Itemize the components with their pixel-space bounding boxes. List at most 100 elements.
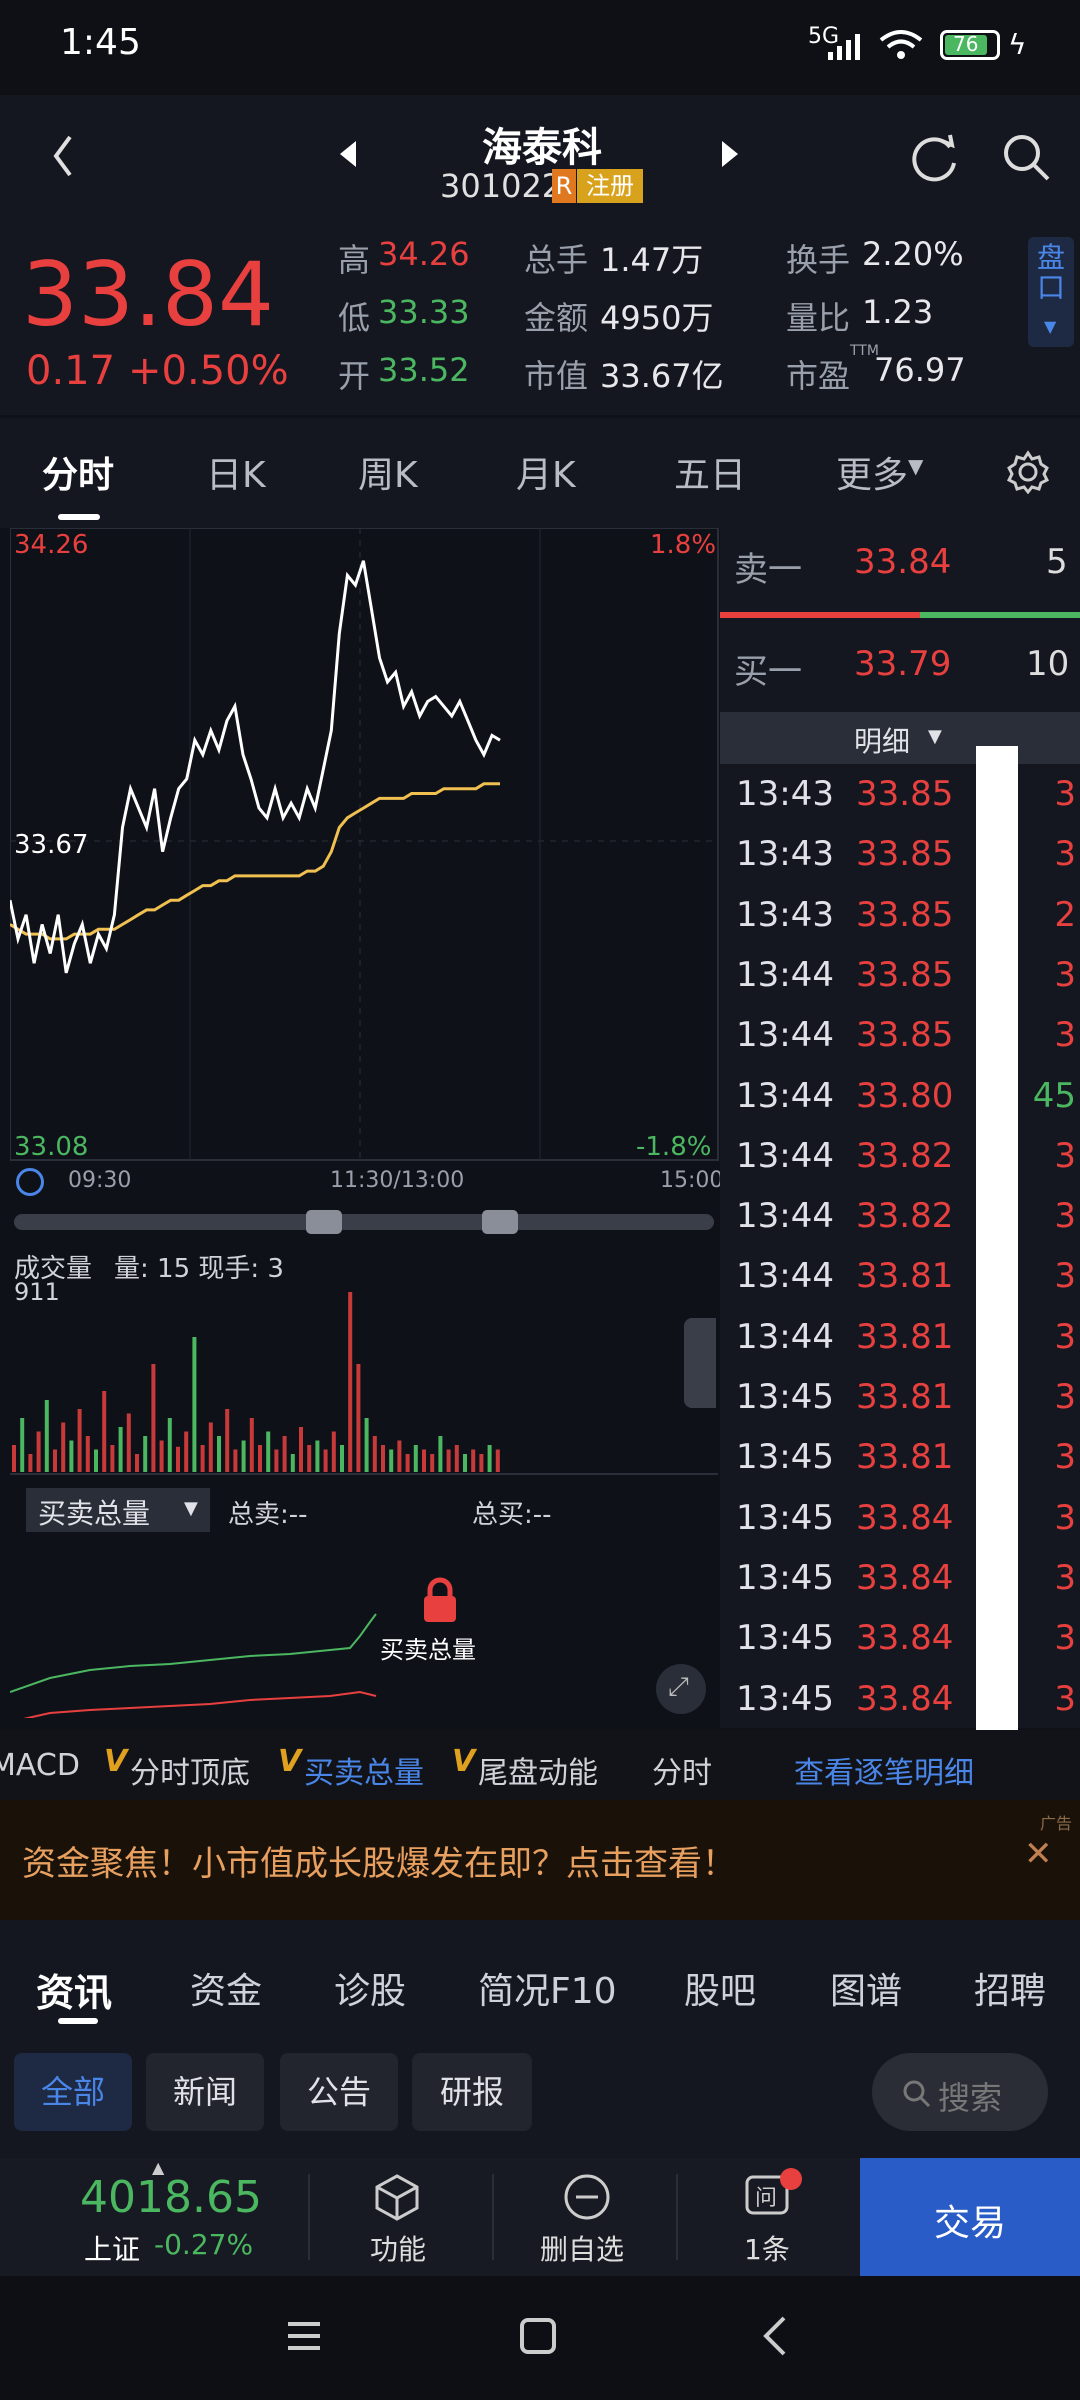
- orderbook-side-button[interactable]: 盘口 ▼: [1028, 237, 1074, 347]
- tab-jobs[interactable]: 招聘: [974, 1962, 1046, 2014]
- tab-weekly-k[interactable]: 周K: [358, 446, 418, 498]
- tick-price: 33.80: [856, 1075, 954, 1116]
- tab-forum[interactable]: 股吧: [684, 1962, 756, 2014]
- axis-bottom-price: 33.08: [14, 1132, 89, 1162]
- volume-bar: [167, 1418, 172, 1472]
- locked-feature[interactable]: 买卖总量: [370, 1568, 510, 1688]
- tab-monthly-k[interactable]: 月K: [516, 446, 576, 498]
- tick-time: 13:44: [736, 1075, 834, 1116]
- index-widget[interactable]: ▲ 4018.65 上证 -0.27%: [0, 2158, 310, 2276]
- volume-bar: [381, 1445, 385, 1472]
- tick-time: 13:44: [736, 1135, 834, 1176]
- volume-bar: [176, 1446, 180, 1472]
- feature-top-bottom[interactable]: 分时顶底: [130, 1748, 250, 1792]
- next-stock-icon[interactable]: [720, 139, 740, 169]
- tick-volume: 45: [1032, 1075, 1076, 1116]
- settings-icon[interactable]: [1006, 450, 1050, 494]
- menu-icon[interactable]: [284, 2316, 324, 2356]
- stock-name: 海泰科: [482, 125, 602, 171]
- tab-five-day[interactable]: 五日: [674, 446, 746, 498]
- low-label: 低: [338, 299, 371, 337]
- range-handle-right[interactable]: [482, 1210, 518, 1234]
- buy-total-line: [10, 1613, 377, 1693]
- system-nav-bar: [0, 2276, 1080, 2400]
- volume-bar: [20, 1418, 25, 1472]
- tab-daily-k[interactable]: 日K: [206, 446, 266, 498]
- close-icon[interactable]: ✕: [1024, 1834, 1053, 1874]
- tab-graph[interactable]: 图谱: [830, 1962, 902, 2014]
- ad-banner[interactable]: 资金聚焦！小市值成长股爆发在即？点击查看！ 广告 ✕: [0, 1800, 1080, 1920]
- feature-buy-sell-total[interactable]: 买卖总量: [304, 1748, 424, 1792]
- wifi-icon: [879, 30, 923, 59]
- function-button[interactable]: 功能: [340, 2158, 460, 2276]
- volume-bar: [94, 1449, 98, 1472]
- notification-dot: [780, 2168, 802, 2190]
- prev-stock-icon[interactable]: [338, 139, 358, 169]
- status-bar: 1:45 5G 76 ϟ: [0, 0, 1080, 95]
- range-slider[interactable]: [14, 1214, 714, 1230]
- chart-tabs: 分时 日K 周K 月K 五日 更多 ▼: [0, 418, 1080, 528]
- tab-more[interactable]: 更多: [836, 446, 908, 498]
- chip-news[interactable]: 新闻: [146, 2053, 264, 2131]
- detail-toggle[interactable]: 明细 ▼: [720, 712, 1080, 764]
- search-icon[interactable]: [1000, 129, 1054, 185]
- price-chart-svg: [10, 528, 719, 1161]
- volume-bar: [356, 1364, 361, 1472]
- trade-button[interactable]: 交易: [860, 2158, 1080, 2276]
- amount-label: 金额: [524, 299, 589, 337]
- nav-back-icon[interactable]: [756, 2314, 796, 2358]
- high-value: 34.26: [378, 235, 470, 273]
- sell-bar: [720, 612, 920, 618]
- tick-row: 13:44 33.82 3: [736, 1196, 1076, 1256]
- indicator-select[interactable]: 买卖总量 ▼: [26, 1488, 210, 1532]
- v-badge: V: [452, 1744, 476, 1779]
- tick-volume: 3: [1054, 1618, 1076, 1659]
- buy-sell-chart-svg: [10, 1613, 377, 1718]
- volume-bar: [69, 1440, 74, 1472]
- news-tabs: 资讯 资金 诊股 简况F10 股吧 图谱 招聘: [0, 1920, 1080, 2040]
- tick-row: 13:45 33.84 3: [736, 1679, 1076, 1725]
- tick-price: 33.81: [856, 1437, 954, 1478]
- tab-intraday[interactable]: 分时: [42, 446, 114, 498]
- intraday-chart[interactable]: 34.26 1.8% 33.67 33.08 -1.8% 09:30 11:30…: [10, 528, 723, 1728]
- volume-bar: [12, 1445, 16, 1472]
- volume-bar: [233, 1449, 238, 1472]
- refresh-icon[interactable]: [906, 129, 962, 185]
- feature-tail-momentum[interactable]: 尾盘动能: [478, 1748, 598, 1792]
- feature-macd[interactable]: MACD: [0, 1748, 80, 1783]
- feature-intraday[interactable]: 分时: [652, 1748, 712, 1792]
- time-toggle-icon[interactable]: [16, 1168, 44, 1196]
- volume-bar: [192, 1337, 197, 1472]
- collapse-panel-handle[interactable]: [684, 1318, 716, 1408]
- tab-funds[interactable]: 资金: [190, 1962, 262, 2014]
- volume-bar: [36, 1431, 41, 1472]
- clock: 1:45: [60, 22, 141, 63]
- tick-volume: 2: [1054, 894, 1076, 935]
- tab-f10[interactable]: 简况F10: [478, 1962, 617, 2014]
- chip-all[interactable]: 全部: [14, 2053, 132, 2131]
- tick-time: 13:45: [736, 1618, 834, 1659]
- back-icon[interactable]: [48, 131, 78, 181]
- view-tick-detail-link[interactable]: 查看逐笔明细: [794, 1748, 974, 1792]
- remove-watchlist-button[interactable]: 删自选: [520, 2158, 660, 2276]
- search-box[interactable]: 搜索: [872, 2053, 1048, 2131]
- chip-announcement[interactable]: 公告: [280, 2053, 398, 2131]
- tab-news[interactable]: 资讯: [36, 1962, 112, 2017]
- home-icon[interactable]: [518, 2316, 558, 2356]
- message-button[interactable]: 问 1条: [700, 2158, 840, 2276]
- volume-bar: [77, 1409, 82, 1472]
- volume-ratio-value: 1.23: [862, 293, 934, 331]
- axis-top-pct: 1.8%: [650, 530, 717, 560]
- tick-list[interactable]: 13:43 33.85 3 13:43 33.85 3 13:43 33.85 2 13:44 33…: [720, 774, 1080, 1724]
- tab-diagnosis[interactable]: 诊股: [334, 1962, 406, 2014]
- ad-text[interactable]: 资金聚焦！小市值成长股爆发在即？点击查看！: [22, 1836, 736, 1885]
- expand-icon[interactable]: ⤢: [656, 1664, 706, 1714]
- volume-bar: [249, 1418, 254, 1472]
- tick-time: 13:45: [736, 1678, 834, 1719]
- market-cap-label: 市值: [524, 357, 589, 395]
- chip-research[interactable]: 研报: [412, 2053, 532, 2131]
- range-handle-left[interactable]: [306, 1210, 342, 1234]
- volume-bar: [397, 1440, 402, 1472]
- volume-bar: [340, 1445, 344, 1472]
- price-change: 0.17: [26, 348, 116, 394]
